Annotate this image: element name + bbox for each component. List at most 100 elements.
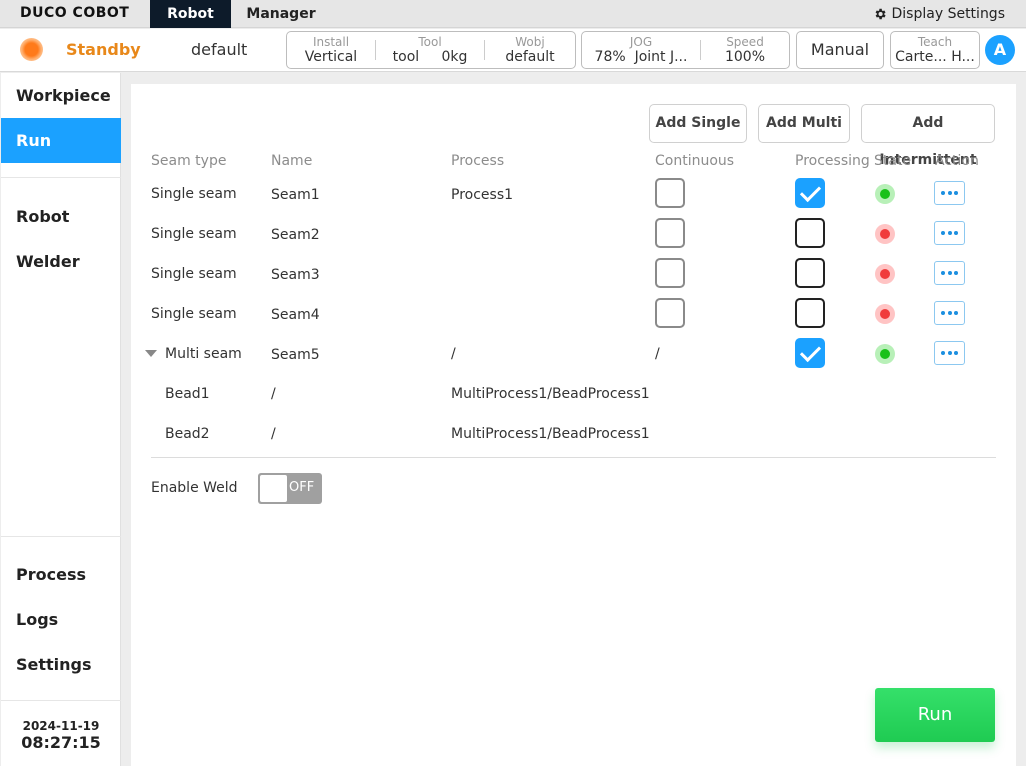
display-settings-button[interactable]: Display Settings — [873, 6, 1005, 22]
speed-seg: Speed 100% — [701, 32, 789, 68]
wobj-seg: Wobj default — [485, 32, 575, 68]
continuous-checkbox[interactable] — [655, 218, 685, 248]
profile-name: default — [191, 40, 248, 59]
jog-value: 78% Joint J... — [582, 49, 700, 66]
continuous-checkbox[interactable] — [655, 178, 685, 208]
teach-value: Carte... H... — [891, 49, 979, 66]
sidebar-item-robot[interactable]: Robot — [1, 194, 121, 239]
user-avatar[interactable]: A — [985, 35, 1015, 65]
header-continuous: Continuous — [655, 153, 735, 169]
speed-value: 100% — [724, 49, 766, 65]
seam-run-panel: Add Single Add Multi Add Intermittent Se… — [131, 84, 1016, 766]
bead-process-cell: MultiProcess1/BeadProcess1 — [451, 426, 650, 442]
tool-label: Tool — [418, 35, 442, 49]
teach-frame: Carte... — [895, 49, 947, 65]
processing-checkbox[interactable] — [795, 218, 825, 248]
tool-weight: 0kg — [441, 49, 468, 65]
processing-checkbox[interactable] — [795, 298, 825, 328]
seam-name-cell: Seam1 — [271, 187, 320, 203]
bead-name-cell: Bead1 — [165, 386, 210, 402]
tab-robot[interactable]: Robot — [150, 0, 231, 28]
tool-seg: Tool tool 0kg — [376, 32, 484, 68]
process-cell: / — [451, 346, 456, 362]
sidebar-item-run[interactable]: Run — [1, 118, 121, 163]
status-bar: Standby default Install Vertical Tool to… — [0, 29, 1026, 72]
more-options-button[interactable] — [934, 301, 965, 325]
more-options-button[interactable] — [934, 221, 965, 245]
display-settings-label: Display Settings — [891, 6, 1005, 22]
more-options-button[interactable] — [934, 261, 965, 285]
seam-type-cell: Single seam — [151, 186, 237, 202]
header-seam-type: Seam type — [151, 153, 227, 169]
robot-state: Standby — [66, 40, 141, 59]
sidebar-item-workpiece[interactable]: Workpiece — [1, 73, 121, 118]
teach-label: Teach — [917, 35, 953, 49]
enable-weld-toggle[interactable]: OFF — [258, 473, 322, 504]
header-state: State — [874, 153, 912, 169]
app-logo: DUCO COBOT — [20, 5, 130, 21]
header-process: Process — [451, 153, 505, 169]
jog-mode: Joint J... — [634, 49, 688, 65]
speed-label: Speed — [726, 35, 764, 49]
install-tool-wobj-panel[interactable]: Install Vertical Tool tool 0kg Wobj defa… — [286, 31, 576, 69]
process-cell[interactable]: Process1 — [451, 187, 513, 203]
sidebar-divider — [1, 700, 121, 701]
teach-seg: Teach Carte... H... — [891, 32, 979, 68]
tab-manager[interactable]: Manager — [240, 0, 322, 28]
manual-mode-button[interactable]: Manual — [796, 31, 884, 69]
processing-checkbox[interactable] — [795, 178, 825, 208]
seam-name-cell: Seam3 — [271, 267, 320, 283]
sidebar: Workpiece Run Robot Welder Process Logs … — [1, 73, 121, 766]
seam-name-cell: Seam4 — [271, 307, 320, 323]
bead-col-cell: / — [271, 426, 276, 442]
more-options-button[interactable] — [934, 341, 965, 365]
sidebar-item-process[interactable]: Process — [1, 552, 121, 597]
header-action: Action — [935, 153, 979, 169]
gear-icon — [875, 8, 886, 20]
tool-value: tool 0kg — [376, 49, 484, 66]
sidebar-item-settings[interactable]: Settings — [1, 642, 121, 687]
processing-checkbox[interactable] — [795, 338, 825, 368]
continuous-cell: / — [655, 346, 660, 362]
continuous-checkbox[interactable] — [655, 258, 685, 288]
state-ok-icon — [875, 184, 895, 204]
install-label: Install — [312, 35, 350, 49]
header-name: Name — [271, 153, 313, 169]
top-bar: DUCO COBOT Robot Manager Display Setting… — [0, 0, 1026, 28]
tool-name: tool — [392, 49, 420, 65]
toggle-knob — [260, 475, 287, 502]
state-ok-icon — [875, 344, 895, 364]
processing-checkbox[interactable] — [795, 258, 825, 288]
state-error-icon — [875, 264, 895, 284]
jog-label: JOG — [629, 35, 653, 49]
sidebar-time: 08:27:15 — [21, 733, 101, 752]
sidebar-item-welder[interactable]: Welder — [1, 239, 121, 284]
add-single-button[interactable]: Add Single — [649, 104, 747, 143]
seam-name-cell: Seam5 — [271, 347, 320, 363]
seam-type-cell: Multi seam — [165, 346, 242, 362]
wobj-value: default — [505, 49, 555, 65]
seam-type-cell: Single seam — [151, 266, 237, 282]
sidebar-item-logs[interactable]: Logs — [1, 597, 121, 642]
run-button[interactable]: Run — [875, 688, 995, 742]
install-seg: Install Vertical — [287, 32, 375, 68]
jog-percent: 78% — [594, 49, 626, 65]
toggle-state-label: OFF — [289, 480, 315, 495]
sidebar-divider — [1, 536, 121, 537]
jog-seg: JOG 78% Joint J... — [582, 32, 700, 68]
wobj-label: Wobj — [515, 35, 545, 49]
header-processing: Processing — [795, 153, 870, 169]
sidebar-divider — [1, 177, 121, 178]
seam-type-cell: Single seam — [151, 306, 237, 322]
jog-speed-panel[interactable]: JOG 78% Joint J... Speed 100% — [581, 31, 790, 69]
continuous-checkbox[interactable] — [655, 298, 685, 328]
more-options-button[interactable] — [934, 181, 965, 205]
teach-frame-2: H... — [951, 49, 975, 65]
add-intermittent-button[interactable]: Add Intermittent — [861, 104, 995, 168]
bead-name-cell: Bead2 — [165, 426, 210, 442]
state-error-icon — [875, 304, 895, 324]
add-multi-button[interactable]: Add Multi — [758, 104, 850, 143]
enable-weld-label: Enable Weld — [151, 480, 238, 496]
teach-panel[interactable]: Teach Carte... H... — [890, 31, 980, 69]
collapse-caret-icon[interactable] — [145, 350, 157, 357]
